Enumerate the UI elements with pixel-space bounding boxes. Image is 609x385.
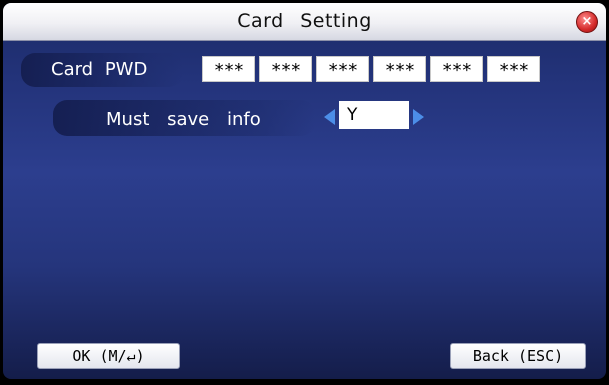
card-setting-screen: Card Setting × Card PWD *** *** *** *** …: [3, 3, 606, 379]
card-pwd-field-4[interactable]: ***: [373, 56, 426, 82]
arrow-right-icon[interactable]: [413, 109, 424, 125]
card-pwd-field-3[interactable]: ***: [316, 56, 369, 82]
must-save-info-select[interactable]: Y: [339, 101, 409, 129]
card-pwd-field-2[interactable]: ***: [259, 56, 312, 82]
ok-button[interactable]: OK (M/↵): [37, 343, 180, 369]
card-pwd-field-5[interactable]: ***: [430, 56, 483, 82]
back-button[interactable]: Back (ESC): [450, 343, 586, 369]
card-pwd-field-1[interactable]: ***: [202, 56, 255, 82]
card-pwd-label: Card PWD: [51, 59, 148, 80]
window-title: Card Setting: [237, 10, 372, 32]
must-save-info-label: Must save info: [106, 109, 261, 130]
close-icon[interactable]: ×: [576, 11, 598, 33]
title-bar: Card Setting ×: [3, 3, 606, 41]
card-pwd-fields: *** *** *** *** *** ***: [202, 56, 540, 82]
arrow-left-icon[interactable]: [324, 109, 335, 125]
card-pwd-field-6[interactable]: ***: [487, 56, 540, 82]
must-save-info-value: Y: [347, 105, 358, 125]
